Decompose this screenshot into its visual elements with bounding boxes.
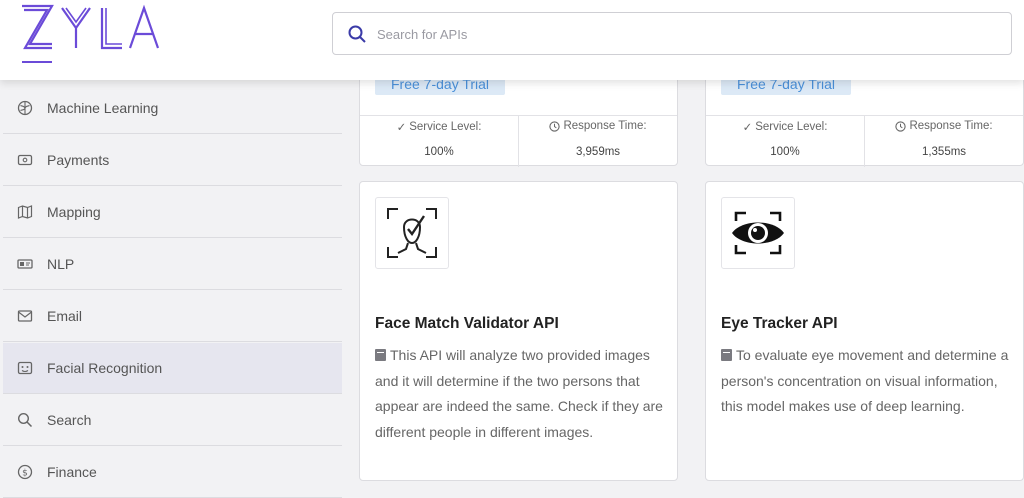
search-icon xyxy=(348,25,366,43)
sidebar-item-mapping[interactable]: Mapping xyxy=(3,187,342,238)
api-description: To evaluate eye movement and determine a… xyxy=(721,347,1009,414)
dollar-icon: $ xyxy=(17,464,33,480)
sidebar-item-search[interactable]: Search xyxy=(3,395,342,446)
clock-icon xyxy=(549,120,561,132)
sidebar-item-label: Email xyxy=(47,308,83,324)
check-icon: ✓ xyxy=(742,122,753,134)
sidebar-item-label: Mapping xyxy=(47,204,101,220)
envelope-icon xyxy=(17,310,33,322)
sidebar-item-label: Finance xyxy=(47,464,97,480)
eye-scan-icon xyxy=(732,211,784,255)
api-card-face-match[interactable]: Face Match Validator API This API will a… xyxy=(359,181,678,481)
sidebar-item-email[interactable]: Email xyxy=(3,291,342,342)
api-stats: ✓ Service Level: 100% Response Time: 3,95… xyxy=(360,115,677,167)
api-stats: ✓ Service Level: 100% Response Time: 1,35… xyxy=(706,115,1023,167)
sidebar-item-nlp[interactable]: NLP xyxy=(3,239,342,290)
book-icon xyxy=(721,349,732,361)
sidebar-item-label: NLP xyxy=(47,256,75,272)
sidebar-item-finance[interactable]: $ Finance xyxy=(3,447,342,498)
api-thumbnail xyxy=(375,197,449,269)
api-card-eye-tracker[interactable]: Eye Tracker API To evaluate eye movement… xyxy=(705,181,1024,481)
sidebar-item-label: Machine Learning xyxy=(47,100,159,116)
sidebar-item-label: Payments xyxy=(47,152,110,168)
check-icon: ✓ xyxy=(396,122,407,134)
api-thumbnail xyxy=(721,197,795,269)
service-level-stat: ✓ Service Level: 100% xyxy=(742,121,828,158)
search-icon xyxy=(17,412,33,428)
response-time-stat: Response Time: 1,355ms xyxy=(864,116,1023,167)
brain-icon xyxy=(17,100,33,116)
wallet-icon xyxy=(17,154,33,166)
search-input[interactable] xyxy=(377,22,977,46)
category-sidebar: Machine Learning Payments Mapping NLP Em… xyxy=(3,80,342,498)
service-level-stat: ✓ Service Level: 100% xyxy=(396,121,482,158)
sidebar-item-machine-learning[interactable]: Machine Learning xyxy=(3,83,342,134)
face-check-icon xyxy=(387,208,437,258)
api-title[interactable]: Face Match Validator API xyxy=(375,315,559,333)
clock-icon xyxy=(895,120,907,132)
search-bar[interactable] xyxy=(332,12,1012,55)
sidebar-item-label: Facial Recognition xyxy=(47,360,163,376)
sidebar-item-payments[interactable]: Payments xyxy=(3,135,342,186)
zyla-logo[interactable] xyxy=(18,0,168,70)
sidebar-item-facial-recognition[interactable]: Facial Recognition xyxy=(3,343,342,394)
sidebar-item-label: Search xyxy=(47,412,92,428)
map-icon xyxy=(17,205,33,219)
id-card-icon xyxy=(17,259,33,269)
top-header xyxy=(0,0,1024,80)
response-time-stat: Response Time: 3,959ms xyxy=(518,116,677,167)
book-icon xyxy=(375,349,386,361)
face-id-icon xyxy=(17,361,33,375)
api-title[interactable]: Eye Tracker API xyxy=(721,315,838,333)
api-description: This API will analyze two provided image… xyxy=(375,347,663,440)
